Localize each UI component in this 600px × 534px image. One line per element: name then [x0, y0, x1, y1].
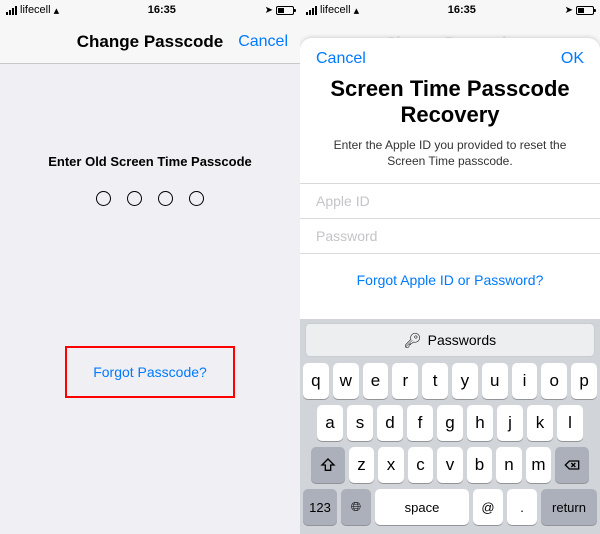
key-icon: 🔑︎	[404, 332, 422, 349]
key-r[interactable]: r	[392, 363, 418, 399]
key-c[interactable]: c	[408, 447, 434, 483]
key-s[interactable]: s	[347, 405, 373, 441]
passcode-entry-area: Enter Old Screen Time Passcode Forgot Pa…	[0, 64, 300, 534]
at-key[interactable]: @	[473, 489, 503, 525]
numbers-key[interactable]: 123	[303, 489, 337, 525]
key-d[interactable]: d	[377, 405, 403, 441]
passcode-dots[interactable]	[96, 191, 204, 206]
key-g[interactable]: g	[437, 405, 463, 441]
backspace-key[interactable]	[555, 447, 589, 483]
return-key[interactable]: return	[541, 489, 597, 525]
key-u[interactable]: u	[482, 363, 508, 399]
modal-ok-button[interactable]: OK	[561, 50, 584, 68]
signal-icon	[306, 5, 317, 15]
modal-title: Screen Time Passcode Recovery	[300, 74, 600, 137]
passwords-autofill-bar[interactable]: 🔑︎ Passwords	[305, 323, 595, 357]
key-m[interactable]: m	[526, 447, 552, 483]
key-w[interactable]: w	[333, 363, 359, 399]
password-field[interactable]: Password	[300, 218, 600, 254]
key-x[interactable]: x	[378, 447, 404, 483]
key-t[interactable]: t	[422, 363, 448, 399]
shift-key[interactable]	[311, 447, 345, 483]
carrier-label: lifecell	[320, 4, 351, 16]
keyboard-row-2: asdfghjkl	[303, 405, 597, 441]
recovery-modal: Cancel OK Screen Time Passcode Recovery …	[300, 38, 600, 534]
key-o[interactable]: o	[541, 363, 567, 399]
key-h[interactable]: h	[467, 405, 493, 441]
key-b[interactable]: b	[467, 447, 493, 483]
forgot-apple-id-link[interactable]: Forgot Apple ID or Password?	[300, 254, 600, 306]
key-f[interactable]: f	[407, 405, 433, 441]
keyboard-row-bottom: 123 🌐︎ space @ . return	[303, 489, 597, 525]
battery-icon	[576, 6, 594, 15]
key-e[interactable]: e	[363, 363, 389, 399]
passcode-dot	[158, 191, 173, 206]
screen-passcode-recovery: lifecell ▴︎ 16:35 ➤ Change Passcode Canc…	[300, 0, 600, 534]
status-bar: lifecell ▴︎ 16:35 ➤	[0, 0, 300, 20]
key-z[interactable]: z	[349, 447, 375, 483]
backspace-icon	[564, 457, 580, 473]
battery-icon	[276, 6, 294, 15]
passwords-label: Passwords	[428, 332, 496, 348]
screen-change-passcode: lifecell ▴︎ 16:35 ➤ Change Passcode Canc…	[0, 0, 300, 534]
forgot-passcode-link[interactable]: Forgot Passcode?	[93, 364, 207, 380]
passcode-dot	[96, 191, 111, 206]
key-i[interactable]: i	[512, 363, 538, 399]
cancel-button[interactable]: Cancel	[238, 33, 288, 51]
modal-cancel-button[interactable]: Cancel	[316, 50, 366, 68]
shift-icon	[320, 457, 336, 473]
keyboard: 🔑︎ Passwords qwertyuiop asdfghjkl zxcvbn…	[300, 319, 600, 534]
key-q[interactable]: q	[303, 363, 329, 399]
signal-icon	[6, 5, 17, 15]
keyboard-row-3: zxcvbnm	[303, 447, 597, 483]
nav-bar: Change Passcode Cancel	[0, 20, 300, 64]
apple-id-field[interactable]: Apple ID	[300, 183, 600, 218]
key-v[interactable]: v	[437, 447, 463, 483]
modal-nav: Cancel OK	[300, 38, 600, 74]
passcode-prompt: Enter Old Screen Time Passcode	[48, 154, 252, 169]
clock: 16:35	[359, 4, 565, 16]
key-a[interactable]: a	[317, 405, 343, 441]
clock: 16:35	[59, 4, 265, 16]
passcode-dot	[127, 191, 142, 206]
key-n[interactable]: n	[496, 447, 522, 483]
globe-icon: 🌐︎	[351, 499, 361, 515]
space-key[interactable]: space	[375, 489, 469, 525]
location-icon: ➤	[265, 5, 273, 16]
modal-subtitle: Enter the Apple ID you provided to reset…	[300, 137, 600, 183]
passcode-dot	[189, 191, 204, 206]
period-key[interactable]: .	[507, 489, 537, 525]
globe-key[interactable]: 🌐︎	[341, 489, 371, 525]
key-j[interactable]: j	[497, 405, 523, 441]
status-bar: lifecell ▴︎ 16:35 ➤	[300, 0, 600, 20]
key-p[interactable]: p	[571, 363, 597, 399]
key-k[interactable]: k	[527, 405, 553, 441]
location-icon: ➤	[565, 5, 573, 16]
forgot-passcode-highlight: Forgot Passcode?	[65, 346, 235, 398]
key-y[interactable]: y	[452, 363, 478, 399]
keyboard-row-1: qwertyuiop	[303, 363, 597, 399]
key-l[interactable]: l	[557, 405, 583, 441]
carrier-label: lifecell	[20, 4, 51, 16]
